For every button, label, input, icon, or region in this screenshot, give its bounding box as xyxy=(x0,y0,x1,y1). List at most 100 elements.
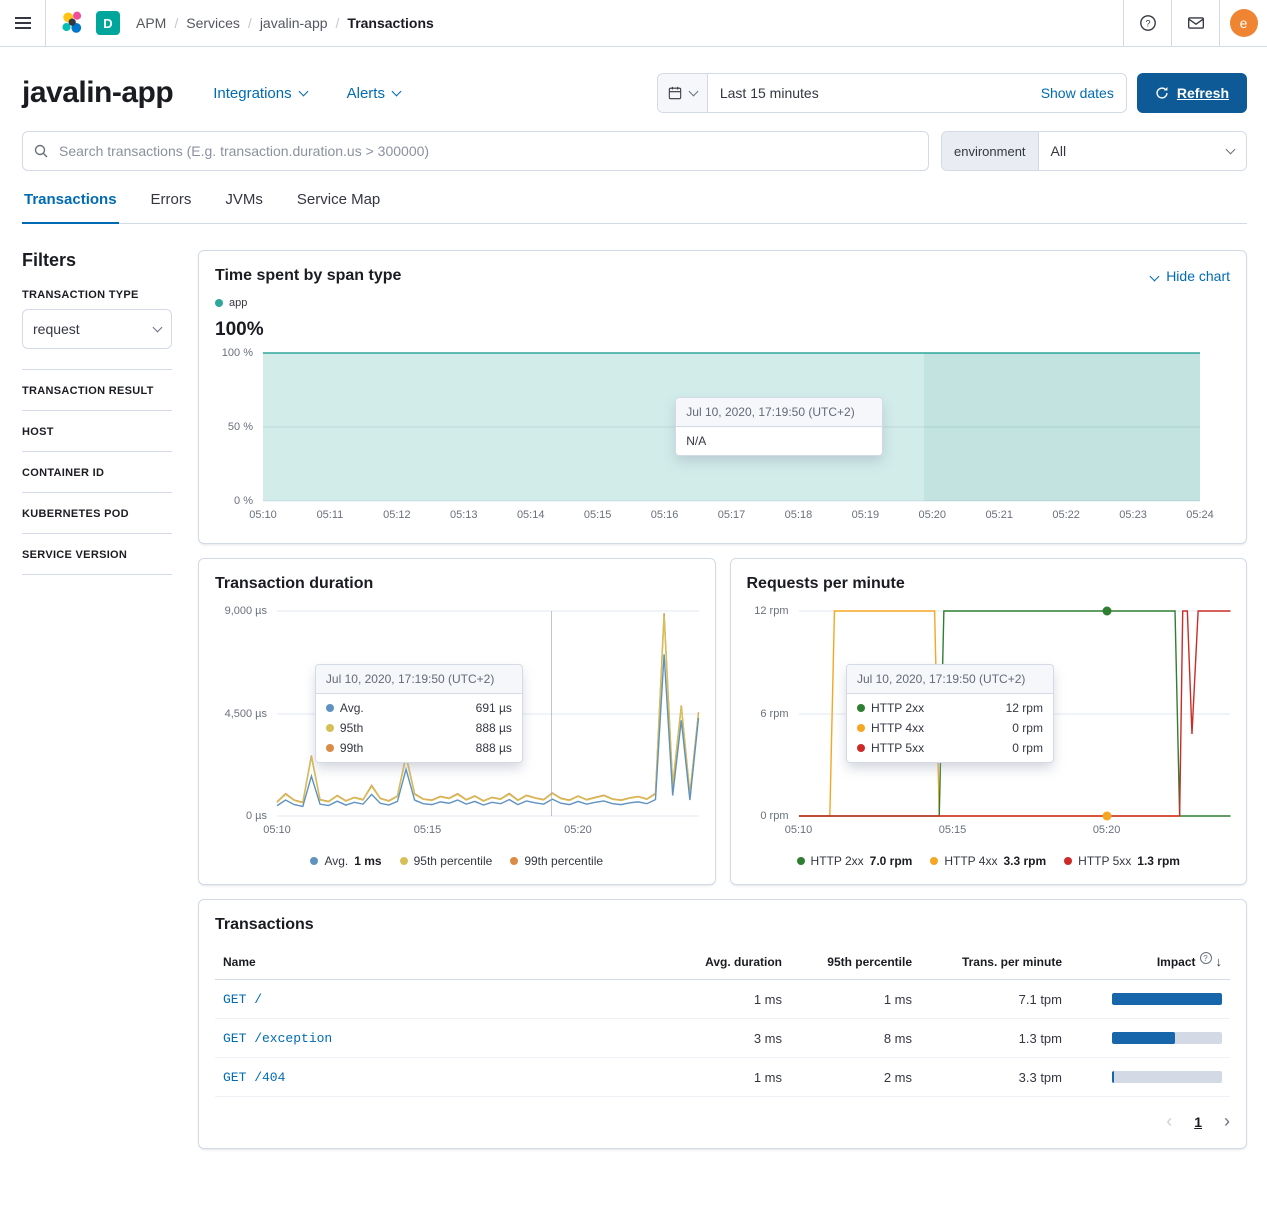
series-dot-icon xyxy=(326,704,334,712)
legend-item[interactable]: app xyxy=(215,297,247,309)
transactions-tbody: GET /1 ms1 ms7.1 tpmGET /exception3 ms8 … xyxy=(215,980,1230,1097)
prev-page-icon[interactable]: ‹ xyxy=(1166,1111,1172,1132)
menu-button[interactable] xyxy=(0,0,46,46)
search-input[interactable] xyxy=(57,142,918,160)
tooltip-label: 95th xyxy=(340,721,363,735)
table-cell: 8 ms xyxy=(790,1020,920,1057)
transaction-type-select[interactable]: request xyxy=(22,309,172,349)
name-cell: GET /404 xyxy=(215,1058,675,1096)
table-cell: 1 ms xyxy=(790,981,920,1018)
space-badge[interactable]: D xyxy=(96,11,120,35)
x-axis-label: 05:10 xyxy=(263,824,291,836)
environment-value: All xyxy=(1051,143,1067,159)
filter-facet[interactable]: TRANSACTION RESULT xyxy=(22,370,172,411)
environment-label: environment xyxy=(942,132,1039,170)
legend-item[interactable]: Avg.1 ms xyxy=(310,854,381,868)
tooltip-row: HTTP 4xx0 rpm xyxy=(847,718,1053,738)
breadcrumb-item[interactable]: javalin-app xyxy=(260,15,328,31)
date-range-value[interactable]: Last 15 minutes xyxy=(708,85,1041,101)
tooltip-label: N/A xyxy=(686,434,706,448)
tooltip-row: 95th 888 µs xyxy=(316,718,522,738)
rpm-legend: HTTP 2xx7.0 rpm HTTP 4xx3.3 rpm HTTP 5xx1.… xyxy=(747,854,1231,868)
elastic-logo[interactable] xyxy=(60,10,86,36)
tooltip-label: HTTP 4xx xyxy=(871,721,924,735)
environment-select[interactable]: All xyxy=(1039,132,1246,170)
tooltip-row: HTTP 2xx12 rpm xyxy=(847,698,1053,718)
show-dates-link[interactable]: Show dates xyxy=(1041,85,1126,101)
filter-facet[interactable]: KUBERNETES POD xyxy=(22,493,172,534)
page-number[interactable]: 1 xyxy=(1194,1114,1202,1130)
column-header-name[interactable]: Name xyxy=(215,945,675,979)
filter-facet[interactable]: SERVICE VERSION xyxy=(22,534,172,575)
user-menu[interactable]: e xyxy=(1219,0,1267,46)
breadcrumb-item[interactable]: APM xyxy=(136,15,166,31)
date-quick-select-button[interactable] xyxy=(658,74,708,112)
legend-item[interactable]: HTTP 4xx3.3 rpm xyxy=(930,854,1046,868)
column-header-tpm[interactable]: Trans. per minute xyxy=(920,945,1070,979)
filter-facet[interactable]: HOST xyxy=(22,411,172,452)
y-axis-label: 12 rpm xyxy=(754,605,788,617)
x-axis-label: 05:13 xyxy=(450,509,478,521)
alerts-label: Alerts xyxy=(347,85,385,102)
breadcrumb: APM/Services/javalin-app/Transactions xyxy=(136,15,434,31)
transaction-link[interactable]: GET / xyxy=(223,992,262,1007)
impact-bar xyxy=(1112,993,1222,1005)
search-icon xyxy=(33,143,49,159)
time-spent-title: Time spent by span type xyxy=(215,267,401,285)
impact-cell xyxy=(1070,982,1230,1016)
x-axis-label: 05:18 xyxy=(785,509,813,521)
transaction-link[interactable]: GET /exception xyxy=(223,1031,332,1046)
x-axis-label: 05:15 xyxy=(939,824,967,836)
legend-dot-icon xyxy=(510,857,518,865)
tab-service-map[interactable]: Service Map xyxy=(295,191,382,224)
integrations-menu[interactable]: Integrations xyxy=(213,85,306,102)
tooltip-value: 888 µs xyxy=(476,721,512,735)
legend-item[interactable]: HTTP 2xx7.0 rpm xyxy=(797,854,913,868)
help-button[interactable]: ? xyxy=(1123,0,1171,46)
pagination: ‹ 1 › xyxy=(215,1111,1230,1132)
series-dot-icon xyxy=(857,724,865,732)
impact-cell xyxy=(1070,1060,1230,1094)
tab-jvms[interactable]: JVMs xyxy=(223,191,265,224)
legend-item[interactable]: 99th percentile xyxy=(510,854,603,868)
duration-chart: 9,000 µs4,500 µs0 µs Jul 10, 2020, 17:19… xyxy=(215,611,699,868)
newsfeed-button[interactable] xyxy=(1171,0,1219,46)
y-axis-label: 100 % xyxy=(222,347,253,359)
legend-item[interactable]: HTTP 5xx1.3 rpm xyxy=(1064,854,1180,868)
column-header-95th[interactable]: 95th percentile xyxy=(790,945,920,979)
legend-label: HTTP 4xx xyxy=(944,854,997,868)
breadcrumb-item[interactable]: Services xyxy=(186,15,240,31)
svg-text:?: ? xyxy=(1145,18,1150,28)
current-value: 100% xyxy=(215,319,1230,341)
column-header-avg-duration[interactable]: Avg. duration xyxy=(675,945,790,979)
y-axis-label: 0 % xyxy=(234,495,253,507)
tooltip-row: N/A xyxy=(676,431,882,451)
legend-value: 1 ms xyxy=(354,854,381,868)
charts-row: Transaction duration 9,000 µs4,500 µs0 µ… xyxy=(198,558,1247,885)
transaction-link[interactable]: GET /404 xyxy=(223,1070,285,1085)
sort-desc-icon[interactable]: ↓ xyxy=(1216,954,1223,969)
time-spent-chart: 100 %50 %0 % Jul 10, 2020, 17:19:50 (UTC… xyxy=(215,353,1230,527)
refresh-button[interactable]: Refresh xyxy=(1137,73,1247,113)
impact-info-icon[interactable]: ? xyxy=(1200,952,1212,964)
alerts-menu[interactable]: Alerts xyxy=(347,85,400,102)
series-dot-icon xyxy=(857,744,865,752)
legend-dot-icon xyxy=(1064,857,1072,865)
menu-icon xyxy=(15,17,31,29)
time-spent-card: Time spent by span type Hide chart app 1… xyxy=(198,250,1247,544)
table-cell: 1.3 tpm xyxy=(920,1020,1070,1057)
tab-transactions[interactable]: Transactions xyxy=(22,191,119,224)
tab-errors[interactable]: Errors xyxy=(149,191,194,224)
column-header-impact[interactable]: Impact ? ↓ xyxy=(1070,944,1230,979)
legend-dot-icon xyxy=(310,857,318,865)
chart-tooltip: Jul 10, 2020, 17:19:50 (UTC+2)Avg.691 µs… xyxy=(315,664,523,763)
legend-label: 99th percentile xyxy=(524,854,603,868)
hide-chart-link[interactable]: Hide chart xyxy=(1151,268,1230,284)
next-page-icon[interactable]: › xyxy=(1224,1111,1230,1132)
filter-facet[interactable]: CONTAINER ID xyxy=(22,452,172,493)
chevron-down-icon xyxy=(1226,144,1236,154)
legend-item[interactable]: 95th percentile xyxy=(400,854,493,868)
table-cell: 7.1 tpm xyxy=(920,981,1070,1018)
highlight-band xyxy=(924,353,1200,501)
breadcrumb-item: Transactions xyxy=(347,15,433,31)
